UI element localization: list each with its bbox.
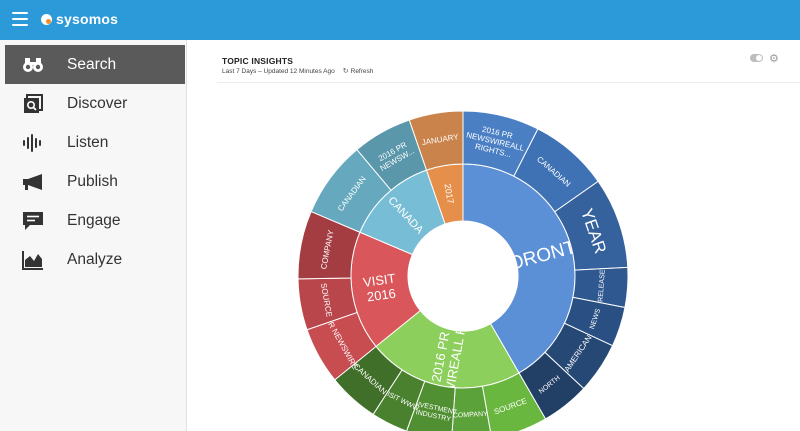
brand-name: sysomos [56, 11, 119, 27]
sidebar-item-label: Analyze [67, 250, 123, 268]
sidebar-item-label: Discover [67, 94, 128, 112]
sidebar-item-search[interactable]: Search [5, 45, 185, 84]
magnifier-doc-icon [22, 93, 44, 114]
hamburger-menu-icon[interactable] [12, 12, 28, 26]
main-panel: TOPIC INSIGHTS Last 7 Days – Updated 12 … [187, 40, 800, 431]
logo-mark-icon [41, 13, 52, 25]
sidebar-item-engage[interactable]: Engage [0, 201, 186, 240]
megaphone-icon [22, 172, 44, 192]
sidebar-item-analyze[interactable]: Analyze [0, 240, 186, 279]
sunburst-inner-label: VISIT2016 [362, 271, 398, 305]
sidebar-item-label: Listen [67, 133, 109, 151]
topic-sunburst-chart: TORONTO2016 PRNEWSWIREALLRIGHTS...CANADI… [297, 110, 629, 431]
sidebar-item-label: Engage [67, 211, 121, 229]
sidebar-item-listen[interactable]: Listen [0, 123, 186, 162]
binoculars-icon [22, 55, 44, 75]
audio-wave-icon [22, 133, 44, 153]
sidebar-item-label: Publish [67, 172, 118, 190]
chat-icon [22, 211, 44, 231]
area-chart-icon [22, 250, 44, 270]
sidebar: Search Discover Listen Publish Engage An… [0, 40, 187, 431]
brand-logo[interactable]: sysomos [41, 11, 118, 27]
sidebar-item-publish[interactable]: Publish [0, 162, 186, 201]
top-bar: sysomos [0, 0, 800, 40]
sidebar-item-label: Search [67, 55, 117, 73]
sidebar-item-discover[interactable]: Discover [0, 84, 186, 123]
